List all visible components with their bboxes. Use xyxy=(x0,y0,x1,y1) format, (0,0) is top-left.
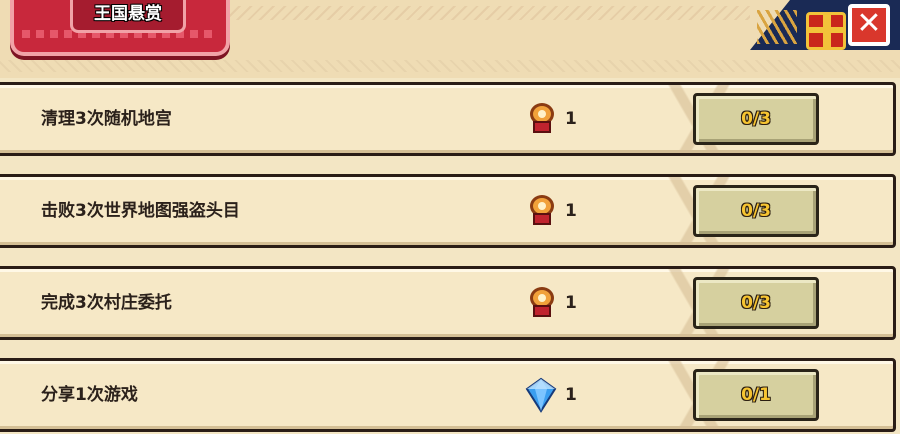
progress-button[interactable]: 0/1 xyxy=(693,369,819,421)
quest-row: 清理3次随机地宫 1 0/3 xyxy=(0,82,896,156)
quest-name: 分享1次游戏 xyxy=(41,385,138,405)
gem-icon xyxy=(525,377,557,413)
gift-icon[interactable] xyxy=(806,12,846,50)
title-tab: 王国悬赏 xyxy=(10,0,230,56)
medal-icon xyxy=(529,195,555,227)
header-decoration-lower xyxy=(0,60,900,72)
stripes-icon xyxy=(757,10,797,44)
progress-button[interactable]: 0/3 xyxy=(693,93,819,145)
close-button[interactable]: ✕ xyxy=(848,4,890,46)
quest-row: 完成3次村庄委托 1 0/3 xyxy=(0,266,896,340)
progress-button[interactable]: 0/3 xyxy=(693,277,819,329)
quest-row: 击败3次世界地图强盗头目 1 0/3 xyxy=(0,174,896,248)
page-title: 王国悬赏 xyxy=(70,0,186,33)
quest-name: 清理3次随机地宫 xyxy=(41,109,172,129)
reward-amount: 1 xyxy=(565,201,577,221)
quest-name: 完成3次村庄委托 xyxy=(41,293,172,313)
reward-amount: 1 xyxy=(565,293,577,313)
header-decoration xyxy=(230,6,750,20)
quest-name: 击败3次世界地图强盗头目 xyxy=(41,201,240,221)
quest-row: 分享1次游戏 1 0/1 xyxy=(0,358,896,432)
progress-button[interactable]: 0/3 xyxy=(693,185,819,237)
reward-amount: 1 xyxy=(565,385,577,405)
reward-amount: 1 xyxy=(565,109,577,129)
medal-icon xyxy=(529,287,555,319)
medal-icon xyxy=(529,103,555,135)
